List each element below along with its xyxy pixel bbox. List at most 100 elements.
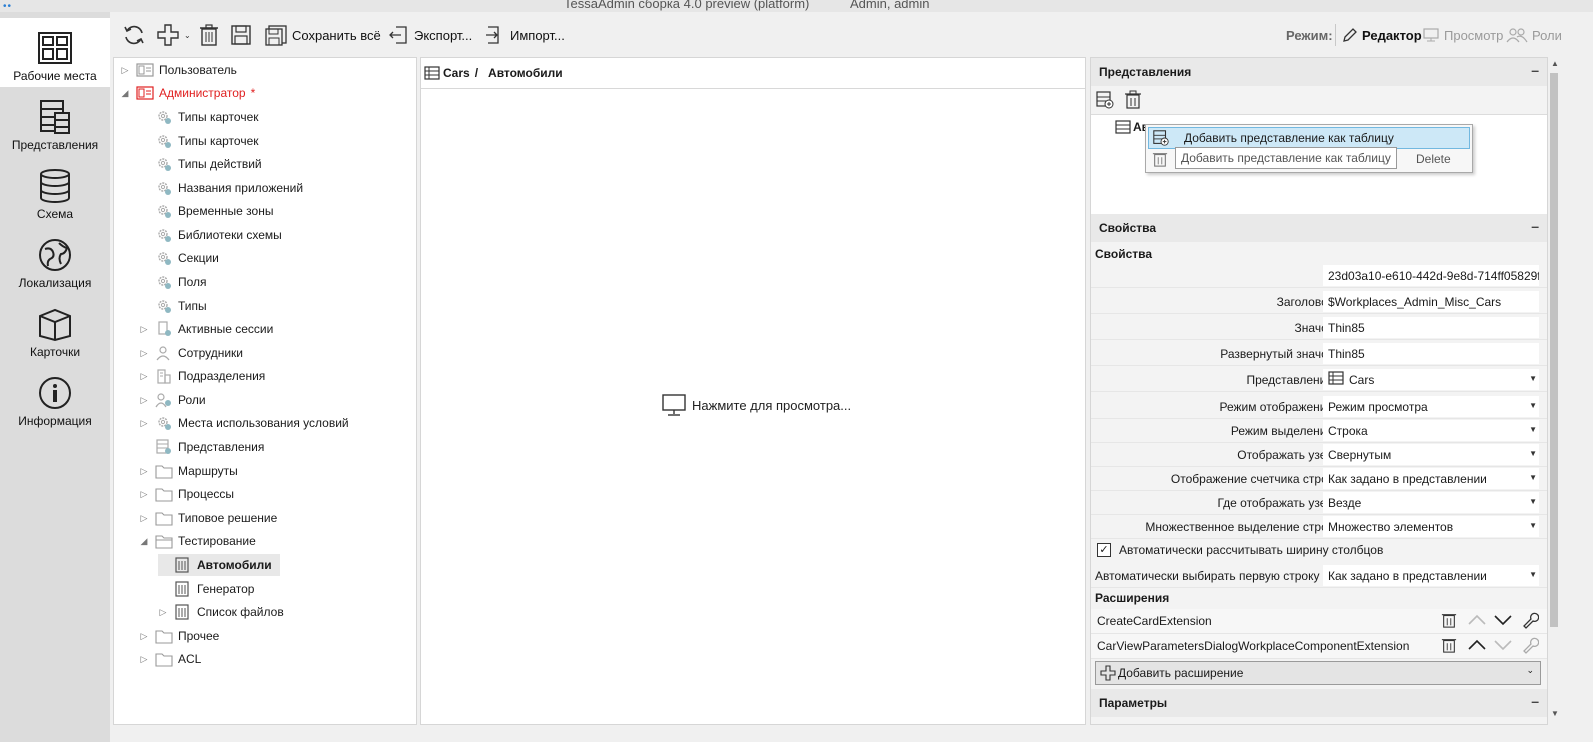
tree-item[interactable]: Типы карточек xyxy=(139,106,259,128)
scroll-up-icon[interactable]: ▲ xyxy=(1551,59,1559,68)
dropdown-arrow-icon[interactable]: ▼ xyxy=(1529,570,1537,579)
nav-views[interactable]: Представления xyxy=(0,87,110,156)
tree-item[interactable]: ▷ Процессы xyxy=(139,483,234,505)
dropdown-arrow-icon[interactable]: ▼ xyxy=(1529,449,1537,458)
nav-schema[interactable]: Схема xyxy=(0,156,110,225)
nav-cards[interactable]: Карточки xyxy=(0,294,110,363)
collapsed-arrow-icon[interactable]: ▷ xyxy=(120,65,130,76)
prop-value[interactable]: Как задано в представлении xyxy=(1323,565,1539,586)
import-button[interactable]: Импорт... xyxy=(484,22,565,48)
auto-width-checkbox[interactable]: ✓ Автоматически рассчитывать ширину стол… xyxy=(1097,543,1383,557)
tree-item[interactable]: ▷ Маршруты xyxy=(139,460,238,482)
extension-row[interactable]: CarViewParametersDialogWorkplaceComponen… xyxy=(1091,634,1547,659)
save-button[interactable] xyxy=(230,22,256,48)
collapsed-arrow-icon[interactable]: ▷ xyxy=(139,348,149,359)
tree-item[interactable]: Автомобили xyxy=(158,554,280,576)
tree-item[interactable]: Временные зоны xyxy=(139,200,273,222)
collapsed-arrow-icon[interactable]: ▷ xyxy=(139,631,149,642)
extension-row[interactable]: CreateCardExtension xyxy=(1091,609,1547,634)
click-to-preview[interactable]: Нажмите для просмотра... xyxy=(661,392,851,418)
tree-item[interactable]: Названия приложений xyxy=(139,177,303,199)
prop-select[interactable]: Cars xyxy=(1323,369,1539,390)
wrench-icon[interactable] xyxy=(1521,611,1540,632)
trash-icon[interactable] xyxy=(1441,636,1457,657)
prop-select[interactable]: Режим просмотра xyxy=(1323,396,1539,417)
expanded-arrow-icon[interactable]: ◢ xyxy=(139,536,149,547)
tree-item[interactable]: ▷ Прочее xyxy=(139,625,219,647)
dropdown-arrow-icon[interactable]: ▼ xyxy=(1529,425,1537,434)
collapsed-arrow-icon[interactable]: ▷ xyxy=(139,513,149,524)
prop-select[interactable]: Везде xyxy=(1323,492,1539,513)
nav-localization[interactable]: Локализация xyxy=(0,225,110,294)
add-extension-button[interactable]: Добавить расширение ⌄ xyxy=(1095,661,1541,685)
tree-item[interactable]: Поля xyxy=(139,271,207,293)
tree-item[interactable]: ▷ Пользователь xyxy=(120,59,237,81)
move-up-icon[interactable] xyxy=(1467,636,1487,657)
dropdown-arrow-icon[interactable]: ▼ xyxy=(1529,401,1537,410)
collapsed-arrow-icon[interactable]: ▷ xyxy=(139,654,149,665)
collapsed-arrow-icon[interactable]: ▷ xyxy=(139,466,149,477)
view-node[interactable]: Ав xyxy=(1115,119,1149,135)
tree-item[interactable]: ▷ ACL xyxy=(139,648,201,670)
scroll-down-icon[interactable]: ▼ xyxy=(1551,709,1559,718)
collapsed-arrow-icon[interactable]: ▷ xyxy=(139,395,149,406)
prop-input[interactable]: $Workplaces_Admin_Misc_Cars xyxy=(1323,291,1539,312)
parameters-section-header[interactable]: Параметры – xyxy=(1091,689,1547,717)
refresh-button[interactable] xyxy=(122,22,150,48)
roles-mode-button[interactable]: Роли xyxy=(1506,22,1562,48)
add-view-button[interactable] xyxy=(1095,90,1115,113)
tree-item[interactable]: ◢ Администратор * xyxy=(120,82,256,104)
tree-item[interactable]: Типы действий xyxy=(139,153,262,175)
dropdown-arrow-icon[interactable]: ▼ xyxy=(1529,497,1537,506)
collapsed-arrow-icon[interactable]: ▷ xyxy=(139,371,149,382)
move-down-icon[interactable] xyxy=(1493,636,1513,657)
tree-item[interactable]: Типы xyxy=(139,295,207,317)
prop-input[interactable]: Thin85 xyxy=(1323,317,1539,338)
collapsed-arrow-icon[interactable]: ▷ xyxy=(139,418,149,429)
tree-item[interactable]: ◢ Тестирование xyxy=(139,530,256,552)
scrollbar-thumb[interactable] xyxy=(1550,73,1558,627)
right-scrollbar[interactable]: ▲ ▼ xyxy=(1548,57,1560,723)
collapsed-arrow-icon[interactable]: ▷ xyxy=(139,489,149,500)
menu-item-add-view-table[interactable]: Добавить представление как таблицу xyxy=(1148,127,1470,149)
tree-item[interactable]: Секции xyxy=(139,247,219,269)
nav-workplaces[interactable]: Рабочие места xyxy=(0,18,110,87)
delete-button[interactable] xyxy=(198,22,224,48)
prop-input[interactable]: Thin85 xyxy=(1323,343,1539,364)
collapse-icon[interactable]: – xyxy=(1531,693,1539,709)
preview-mode-button[interactable]: Просмотр xyxy=(1422,22,1503,48)
prop-select[interactable]: Как задано в представлении xyxy=(1323,468,1539,489)
nav-info[interactable]: Информация xyxy=(0,363,110,432)
prop-select[interactable]: Строка xyxy=(1323,420,1539,441)
tree-item[interactable]: ▷ Активные сессии xyxy=(139,318,273,340)
tree-item[interactable]: Представления xyxy=(139,436,264,458)
collapsed-arrow-icon[interactable]: ▷ xyxy=(139,324,149,335)
collapse-icon[interactable]: – xyxy=(1531,218,1539,234)
views-section-header[interactable]: Представления – xyxy=(1091,58,1547,86)
dropdown-arrow-icon[interactable]: ▼ xyxy=(1529,374,1537,383)
tree-item[interactable]: ▷ Места использования условий xyxy=(139,412,349,434)
export-button[interactable]: Экспорт... xyxy=(388,22,472,48)
delete-view-button[interactable] xyxy=(1124,90,1142,113)
tree-item[interactable]: ▷ Типовое решение xyxy=(139,507,277,529)
move-down-icon[interactable] xyxy=(1493,611,1513,632)
tree-item[interactable]: ▷ Роли xyxy=(139,389,206,411)
prop-select[interactable]: Множество элементов xyxy=(1323,516,1539,537)
properties-section-header[interactable]: Свойства – xyxy=(1091,214,1547,242)
dropdown-arrow-icon[interactable]: ▼ xyxy=(1529,521,1537,530)
add-button[interactable]: ⌄ xyxy=(156,22,191,48)
wrench-icon[interactable] xyxy=(1521,636,1540,657)
collapse-icon[interactable]: – xyxy=(1531,62,1539,78)
tree-item[interactable]: Типы карточек xyxy=(139,130,259,152)
dropdown-arrow-icon[interactable]: ▼ xyxy=(1529,473,1537,482)
prop-select[interactable]: Свернутым xyxy=(1323,444,1539,465)
editor-mode-button[interactable]: Редактор xyxy=(1342,22,1422,48)
prop-input[interactable]: 23d03a10-e610-442d-9e8d-714ff05829f xyxy=(1323,265,1539,286)
save-all-button[interactable]: Сохранить всё xyxy=(264,22,381,48)
tree-item[interactable]: ▷ Подразделения xyxy=(139,365,265,387)
tree-item[interactable]: ▷ Список файлов xyxy=(158,601,284,623)
tree-item[interactable]: Библиотеки схемы xyxy=(139,224,282,246)
trash-icon[interactable] xyxy=(1441,611,1457,632)
move-up-icon[interactable] xyxy=(1467,611,1487,632)
collapsed-arrow-icon[interactable]: ▷ xyxy=(158,607,168,618)
